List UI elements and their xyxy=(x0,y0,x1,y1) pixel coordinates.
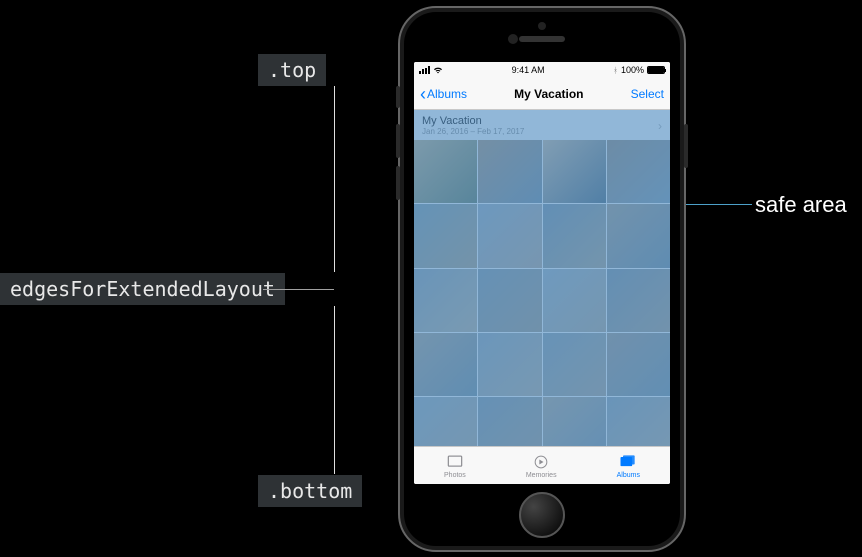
back-label: Albums xyxy=(427,87,467,101)
annotation-bottom: .bottom xyxy=(258,475,362,507)
content-area[interactable]: My Vacation Jan 26, 2016 – Feb 17, 2017 … xyxy=(414,110,670,446)
annotation-top: .top xyxy=(258,54,326,86)
photo-thumbnail[interactable] xyxy=(607,333,670,396)
connector-line xyxy=(263,289,334,290)
section-subtitle: Jan 26, 2016 – Feb 17, 2017 xyxy=(422,127,524,136)
photo-grid xyxy=(414,140,670,446)
memories-icon xyxy=(531,453,551,471)
photo-thumbnail[interactable] xyxy=(607,140,670,203)
photos-icon xyxy=(445,453,465,471)
photo-thumbnail[interactable] xyxy=(543,333,606,396)
chevron-left-icon: ‹ xyxy=(420,85,426,103)
photo-thumbnail[interactable] xyxy=(543,140,606,203)
tab-memories[interactable]: Memories xyxy=(526,453,557,479)
photo-thumbnail[interactable] xyxy=(414,269,477,332)
section-title: My Vacation xyxy=(422,115,524,127)
back-button[interactable]: ‹ Albums xyxy=(420,85,467,103)
nav-title: My Vacation xyxy=(514,87,583,101)
screen: 9:41 AM ᚼ 100% ‹ Albums My Vacation Sele… xyxy=(414,62,670,484)
tab-bar: Photos Memories Albums xyxy=(414,446,670,484)
battery-icon xyxy=(647,66,665,74)
connector-line xyxy=(334,306,335,474)
photo-thumbnail[interactable] xyxy=(414,204,477,267)
status-left xyxy=(419,66,443,74)
photo-thumbnail[interactable] xyxy=(543,269,606,332)
photo-thumbnail[interactable] xyxy=(478,397,541,446)
tab-label: Memories xyxy=(526,472,557,479)
photo-thumbnail[interactable] xyxy=(478,333,541,396)
sensor-dot xyxy=(538,22,546,30)
bluetooth-icon: ᚼ xyxy=(613,66,618,75)
connector-line-blue xyxy=(684,204,752,205)
nav-bar: ‹ Albums My Vacation Select xyxy=(414,78,670,110)
section-header[interactable]: My Vacation Jan 26, 2016 – Feb 17, 2017 … xyxy=(414,110,670,140)
photo-thumbnail[interactable] xyxy=(607,397,670,446)
volume-down-button[interactable] xyxy=(396,166,400,200)
tab-label: Photos xyxy=(444,472,466,479)
wifi-icon xyxy=(433,66,443,74)
volume-up-button[interactable] xyxy=(396,124,400,158)
speaker-grille xyxy=(519,36,565,42)
home-button[interactable] xyxy=(519,492,565,538)
photo-thumbnail[interactable] xyxy=(414,140,477,203)
status-time: 9:41 AM xyxy=(512,65,545,75)
photo-thumbnail[interactable] xyxy=(607,269,670,332)
tab-photos[interactable]: Photos xyxy=(444,453,466,479)
annotation-safe-area: safe area xyxy=(755,192,847,218)
iphone-frame: 9:41 AM ᚼ 100% ‹ Albums My Vacation Sele… xyxy=(398,6,686,552)
photo-thumbnail[interactable] xyxy=(478,140,541,203)
status-bar: 9:41 AM ᚼ 100% xyxy=(414,62,670,78)
photo-thumbnail[interactable] xyxy=(543,397,606,446)
photo-thumbnail[interactable] xyxy=(414,397,477,446)
battery-percent: 100% xyxy=(621,65,644,75)
photo-thumbnail[interactable] xyxy=(543,204,606,267)
status-right: ᚼ 100% xyxy=(613,65,665,75)
signal-icon xyxy=(419,66,430,74)
photo-thumbnail[interactable] xyxy=(414,333,477,396)
albums-icon xyxy=(618,453,638,471)
tab-albums[interactable]: Albums xyxy=(617,453,640,479)
photo-thumbnail[interactable] xyxy=(478,204,541,267)
mute-switch[interactable] xyxy=(396,86,400,108)
annotation-edges: edgesForExtendedLayout xyxy=(0,273,285,305)
chevron-right-icon: › xyxy=(658,119,662,133)
photo-thumbnail[interactable] xyxy=(607,204,670,267)
tab-label: Albums xyxy=(617,472,640,479)
photo-thumbnail[interactable] xyxy=(478,269,541,332)
connector-line xyxy=(334,86,335,272)
power-button[interactable] xyxy=(684,124,688,168)
front-camera xyxy=(508,34,518,44)
select-button[interactable]: Select xyxy=(631,87,664,101)
